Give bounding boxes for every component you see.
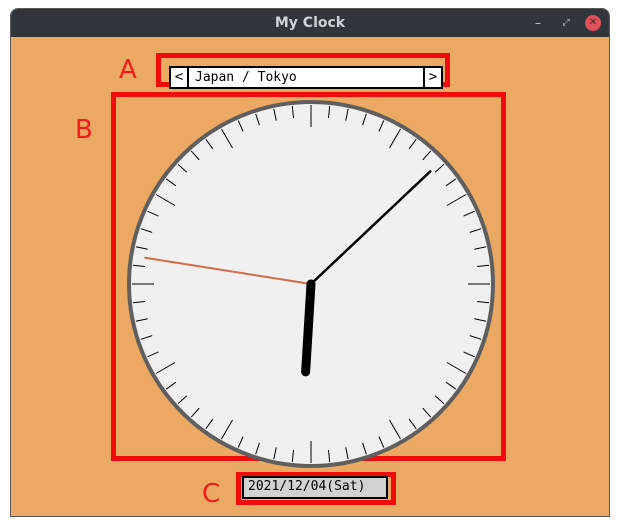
- timezone-next-button[interactable]: >: [423, 68, 441, 87]
- annotation-label-a: A: [119, 55, 137, 85]
- window-title: My Clock: [274, 15, 346, 31]
- analog-clock: [127, 100, 495, 468]
- timezone-label: Japan / Tokyo: [195, 70, 297, 85]
- minimize-button[interactable]: –: [529, 14, 547, 32]
- hour-hand: [301, 279, 316, 377]
- annotation-label-b: B: [75, 115, 93, 145]
- date-display: 2021/12/04(Sat): [242, 476, 388, 499]
- annotation-label-c: C: [202, 479, 221, 509]
- clock-content: A < Japan / Tokyo > B C 2021/12/04(Sat): [11, 37, 609, 516]
- timezone-selector: < Japan / Tokyo >: [169, 66, 443, 89]
- timezone-prev-button[interactable]: <: [171, 68, 189, 87]
- date-text: 2021/12/04(Sat): [248, 479, 366, 494]
- maximize-button[interactable]: ⤢: [557, 14, 575, 32]
- title-bar[interactable]: My Clock – ⤢ ✕: [11, 9, 609, 37]
- app-window: My Clock – ⤢ ✕ A < Japan / Tokyo > B C 2…: [10, 8, 610, 517]
- close-button[interactable]: ✕: [585, 15, 601, 31]
